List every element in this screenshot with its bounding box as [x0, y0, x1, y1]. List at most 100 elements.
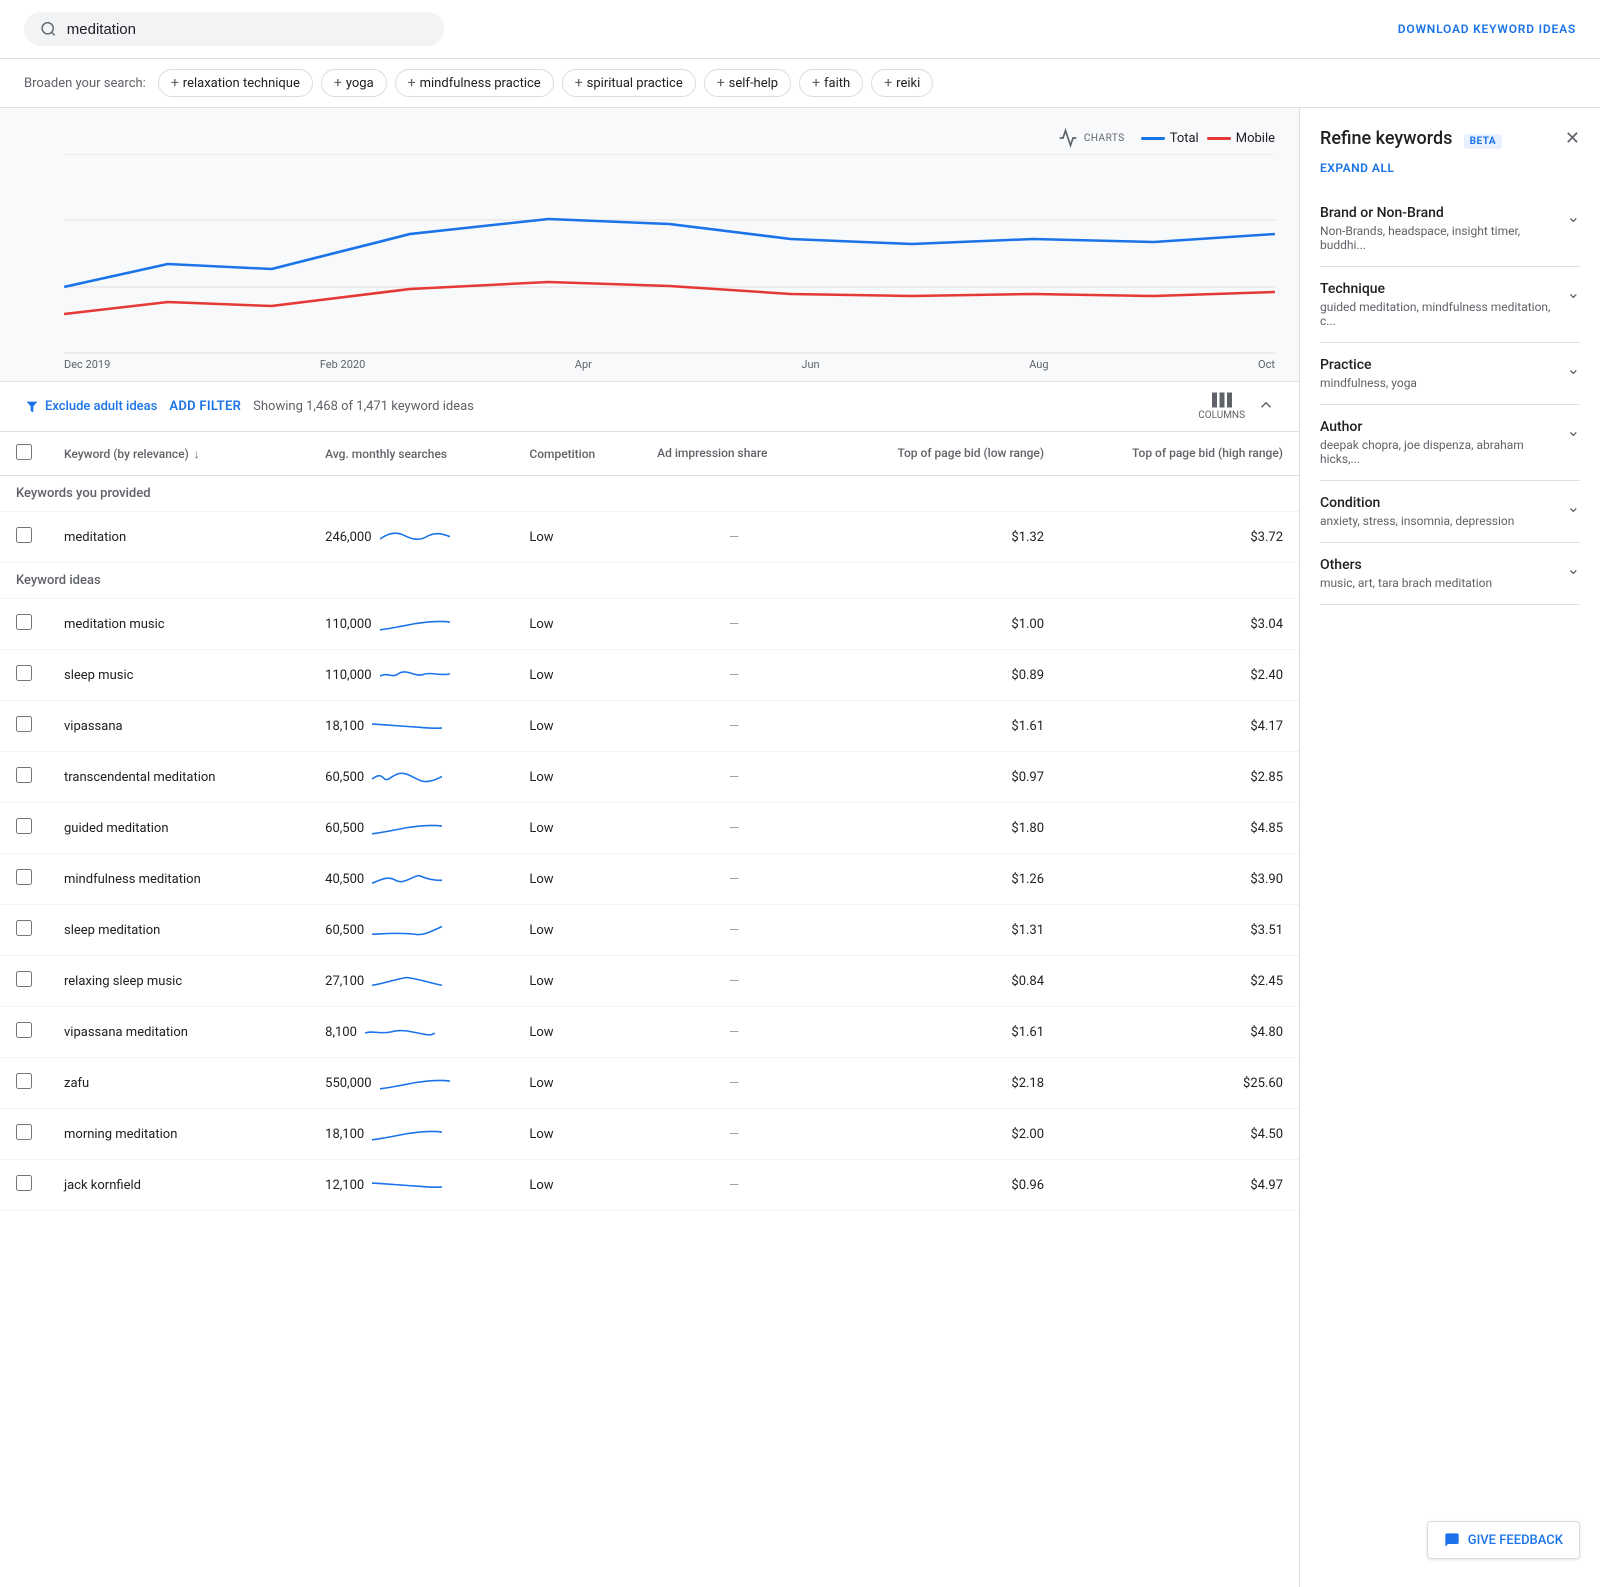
broaden-chip-faith[interactable]: + faith: [799, 69, 863, 97]
row-checkbox[interactable]: [16, 614, 32, 630]
row-monthly-cell: 12,100: [309, 1160, 513, 1211]
row-checkbox[interactable]: [16, 920, 32, 936]
keyword-link[interactable]: meditation music: [64, 617, 165, 632]
keyword-link[interactable]: morning meditation: [64, 1127, 177, 1142]
refine-section-subtitle: deepak chopra, joe dispenza, abraham hic…: [1320, 438, 1567, 466]
table-row: zafu 550,000 Low — $2.18 $25.60: [0, 1058, 1299, 1109]
th-keyword-label: Keyword (by relevance): [64, 447, 189, 461]
download-keyword-ideas-link[interactable]: DOWNLOAD KEYWORD IDEAS: [1398, 22, 1576, 36]
keyword-link[interactable]: meditation: [64, 530, 126, 545]
select-all-checkbox[interactable]: [16, 444, 32, 460]
refine-section-2[interactable]: Practice mindfulness, yoga ⌄: [1320, 343, 1580, 405]
row-checkbox[interactable]: [16, 527, 32, 543]
chevron-down-icon: ⌄: [1567, 559, 1580, 578]
row-checkbox[interactable]: [16, 1073, 32, 1089]
keyword-link[interactable]: sleep meditation: [64, 923, 160, 938]
keyword-link[interactable]: vipassana: [64, 719, 123, 734]
keyword-link[interactable]: vipassana meditation: [64, 1025, 188, 1040]
columns-label: COLUMNS: [1198, 410, 1245, 421]
broaden-chip-spiritual-practice[interactable]: + spiritual practice: [562, 69, 696, 97]
refine-section-3[interactable]: Author deepak chopra, joe dispenza, abra…: [1320, 405, 1580, 481]
row-keyword-cell: guided meditation: [48, 803, 309, 854]
sparkline: [380, 522, 450, 552]
row-competition-cell: Low: [513, 905, 641, 956]
keyword-link[interactable]: guided meditation: [64, 821, 169, 836]
row-checkbox[interactable]: [16, 869, 32, 885]
refine-sections: Brand or Non-Brand Non-Brands, headspace…: [1320, 191, 1580, 605]
broaden-chip-yoga[interactable]: + yoga: [321, 69, 387, 97]
row-checkbox[interactable]: [16, 1175, 32, 1191]
row-keyword-cell: meditation music: [48, 599, 309, 650]
broaden-chip-relaxation-technique[interactable]: + relaxation technique: [158, 69, 313, 97]
row-bid-low-cell: $1.32: [827, 512, 1060, 563]
row-keyword-cell: jack kornfield: [48, 1160, 309, 1211]
th-ad-impression-share: Ad impression share: [641, 432, 827, 476]
row-checkbox[interactable]: [16, 971, 32, 987]
monthly-value: 18,100: [325, 719, 364, 734]
th-keyword[interactable]: Keyword (by relevance) ↓: [48, 432, 309, 476]
keyword-table: Keyword (by relevance) ↓ Avg. monthly se…: [0, 432, 1299, 1211]
row-checkbox[interactable]: [16, 1124, 32, 1140]
row-keyword-cell: transcendental meditation: [48, 752, 309, 803]
broaden-chip-reiki[interactable]: + reiki: [871, 69, 933, 97]
columns-button[interactable]: COLUMNS: [1198, 392, 1245, 421]
keyword-link[interactable]: sleep music: [64, 668, 133, 683]
keyword-link[interactable]: jack kornfield: [64, 1178, 141, 1193]
keyword-link[interactable]: transcendental meditation: [64, 770, 215, 785]
refine-section-text: Brand or Non-Brand Non-Brands, headspace…: [1320, 205, 1567, 252]
row-impression-cell: —: [641, 1160, 827, 1211]
row-monthly-cell: 18,100: [309, 1109, 513, 1160]
row-checkbox[interactable]: [16, 767, 32, 783]
row-checkbox-cell: [0, 1058, 48, 1109]
row-bid-high-cell: $4.85: [1060, 803, 1299, 854]
row-bid-high-cell: $4.50: [1060, 1109, 1299, 1160]
refine-section-5[interactable]: Others music, art, tara brach meditation…: [1320, 543, 1580, 605]
row-bid-low-cell: $1.31: [827, 905, 1060, 956]
row-checkbox-cell: [0, 701, 48, 752]
provided-section-label: Keywords you provided: [0, 476, 1299, 512]
search-box[interactable]: meditation: [24, 12, 444, 46]
row-bid-high-cell: $3.72: [1060, 512, 1299, 563]
filter-bar: Exclude adult ideas ADD FILTER Showing 1…: [0, 382, 1299, 432]
add-filter-button[interactable]: ADD FILTER: [169, 399, 241, 414]
refine-section-header: Brand or Non-Brand Non-Brands, headspace…: [1320, 205, 1580, 252]
row-checkbox[interactable]: [16, 665, 32, 681]
chevron-down-icon: ⌄: [1567, 421, 1580, 440]
close-button[interactable]: ✕: [1565, 128, 1580, 149]
row-keyword-cell: zafu: [48, 1058, 309, 1109]
row-monthly-cell: 246,000: [309, 512, 513, 563]
keyword-link[interactable]: mindfulness meditation: [64, 872, 201, 887]
refine-section-4[interactable]: Condition anxiety, stress, insomnia, dep…: [1320, 481, 1580, 543]
row-checkbox[interactable]: [16, 818, 32, 834]
give-feedback-button[interactable]: GIVE FEEDBACK: [1427, 1521, 1580, 1559]
keyword-link[interactable]: relaxing sleep music: [64, 974, 182, 989]
plus-icon: +: [334, 75, 342, 91]
row-monthly-cell: 110,000: [309, 599, 513, 650]
expand-all-button[interactable]: EXPAND ALL: [1320, 161, 1580, 175]
broaden-chip-mindfulness-practice[interactable]: + mindfulness practice: [395, 69, 554, 97]
monthly-value: 8,100: [325, 1025, 357, 1040]
refine-section-1[interactable]: Technique guided meditation, mindfulness…: [1320, 267, 1580, 343]
row-bid-low-cell: $0.84: [827, 956, 1060, 1007]
monthly-value: 27,100: [325, 974, 364, 989]
monthly-value: 18,100: [325, 1127, 364, 1142]
row-bid-high-cell: $4.17: [1060, 701, 1299, 752]
broaden-chip-self-help[interactable]: + self-help: [704, 69, 791, 97]
total-legend: Total: [1141, 131, 1199, 146]
search-input[interactable]: meditation: [67, 21, 428, 38]
row-impression-cell: —: [641, 599, 827, 650]
collapse-button[interactable]: [1257, 396, 1275, 418]
keyword-link[interactable]: zafu: [64, 1076, 89, 1091]
row-checkbox-cell: [0, 1109, 48, 1160]
total-label: Total: [1170, 131, 1199, 146]
refine-section-0[interactable]: Brand or Non-Brand Non-Brands, headspace…: [1320, 191, 1580, 267]
top-bar: meditation DOWNLOAD KEYWORD IDEAS: [0, 0, 1600, 59]
row-competition-cell: Low: [513, 1007, 641, 1058]
exclude-adult-button[interactable]: Exclude adult ideas: [24, 399, 157, 415]
row-bid-high-cell: $2.85: [1060, 752, 1299, 803]
row-monthly-cell: 60,500: [309, 752, 513, 803]
monthly-value: 550,000: [325, 1076, 371, 1091]
row-checkbox[interactable]: [16, 716, 32, 732]
table-row: sleep meditation 60,500 Low — $1.31 $3.5…: [0, 905, 1299, 956]
row-checkbox[interactable]: [16, 1022, 32, 1038]
